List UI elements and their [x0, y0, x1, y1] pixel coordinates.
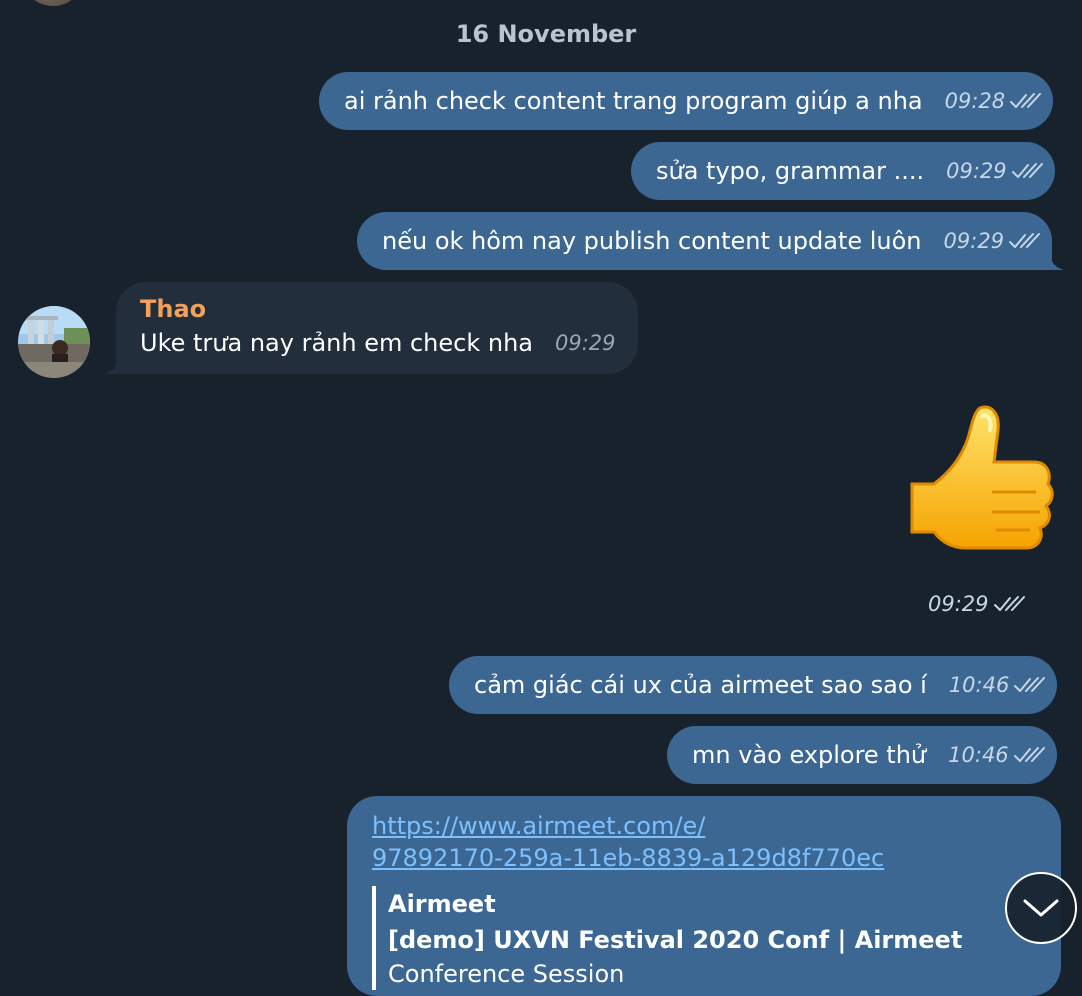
message-time: 10:46	[948, 743, 1009, 767]
message-meta: 09:29	[944, 224, 1041, 258]
double-check-icon	[1013, 747, 1045, 762]
message-bubble[interactable]: ai rảnh check content trang program giúp…	[319, 72, 1054, 130]
message-bubble[interactable]: nếu ok hôm nay publish content update lu…	[357, 212, 1065, 270]
message-bubble-incoming[interactable]: Thao Uke trưa nay rảnh em check nha 09:2…	[104, 282, 638, 374]
message-meta: 09:29	[928, 592, 1025, 616]
bubble-tail	[1038, 244, 1065, 270]
message-text: mn vào explore thử	[692, 741, 927, 769]
message-link[interactable]: https://www.airmeet.com/e/	[372, 810, 1036, 842]
avatar-photo	[18, 306, 90, 378]
message-meta: 09:29	[946, 154, 1043, 188]
avatar[interactable]	[18, 306, 90, 378]
message-text: sửa typo, grammar ....	[656, 157, 925, 185]
message-meta: 09:29	[555, 326, 616, 360]
message-time: 09:29	[946, 159, 1007, 183]
bubble-tail	[104, 348, 130, 374]
sender-name[interactable]: Thao	[140, 292, 614, 326]
link-preview-description: Conference Session	[388, 960, 625, 988]
link-preview-title: [demo] UXVN Festival 2020 Conf | Airmeet	[388, 926, 963, 954]
double-check-icon	[1011, 163, 1043, 178]
message-time: 09:29	[555, 331, 616, 355]
date-separator: 16 November	[455, 20, 637, 48]
scroll-to-bottom-button[interactable]	[1005, 872, 1077, 944]
message-text: cảm giác cái ux của airmeet sao sao í	[474, 671, 927, 699]
message-bubble[interactable]: cảm giác cái ux của airmeet sao sao í 10…	[449, 656, 1058, 714]
double-check-icon	[993, 596, 1025, 611]
message-time: 09:29	[943, 229, 1005, 253]
link-preview[interactable]: Airmeet [demo] UXVN Festival 2020 Conf |…	[372, 886, 1036, 990]
double-check-icon	[1014, 677, 1046, 692]
thumbs-up-icon[interactable]	[896, 400, 1066, 570]
message-bubble[interactable]: mn vào explore thử 10:46	[667, 726, 1057, 784]
message-meta: 10:46	[948, 738, 1045, 772]
chevron-down-icon	[1023, 899, 1059, 917]
message-time: 09:28	[944, 89, 1006, 113]
message-bubble[interactable]: sửa typo, grammar .... 09:29	[631, 142, 1055, 200]
double-check-icon	[1010, 93, 1042, 108]
message-link[interactable]: 97892170-259a-11eb-8839-a129d8f770ec	[372, 842, 1036, 874]
link-message-bubble[interactable]: https://www.airmeet.com/e/ 97892170-259a…	[347, 796, 1061, 996]
message-time: 10:46	[948, 673, 1010, 697]
message-text: ai rảnh check content trang program giúp…	[344, 87, 923, 115]
link-preview-site: Airmeet	[388, 890, 496, 918]
double-check-icon	[1009, 233, 1041, 248]
avatar[interactable]	[24, 0, 82, 6]
message-meta: 10:46	[949, 668, 1046, 702]
message-text: Uke trưa nay rảnh em check nha	[140, 329, 533, 357]
message-meta: 09:28	[945, 84, 1042, 118]
message-time: 09:29	[928, 592, 989, 616]
message-text: nếu ok hôm nay publish content update lu…	[382, 227, 922, 255]
